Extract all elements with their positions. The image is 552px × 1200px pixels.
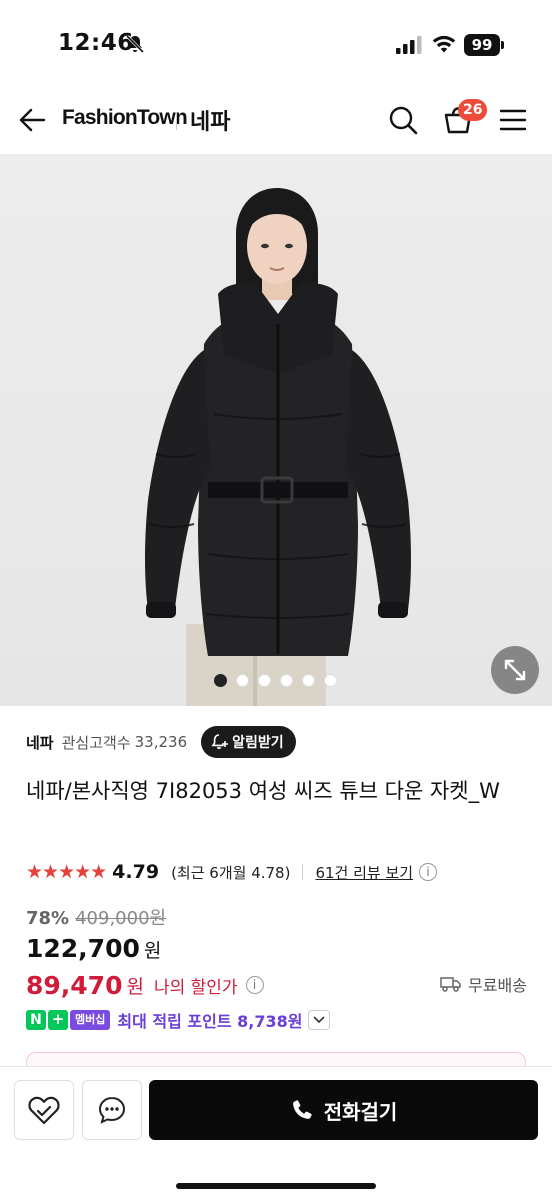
naver-n-badge: N [26, 1010, 46, 1030]
phone-icon [292, 1100, 312, 1119]
store-name[interactable]: 네파 [190, 104, 230, 136]
product-photo [145, 188, 411, 706]
bottom-action-bar: 전화걸기 [0, 1066, 552, 1200]
battery-indicator: 99 [464, 34, 504, 56]
brand-row: 네파 관심고객수 33,236 알림받기 [26, 726, 296, 758]
brand-divider [176, 112, 177, 130]
call-button[interactable]: 전화걸기 [149, 1080, 538, 1140]
my-price-label: 나의 할인가 [153, 977, 238, 998]
review-link[interactable]: 61건 리뷰 보기 [315, 862, 413, 883]
sale-price: 122,700 [26, 934, 140, 963]
wifi-icon [432, 35, 456, 53]
call-button-label: 전화걸기 [323, 1099, 398, 1124]
battery-level: 99 [464, 34, 500, 56]
carousel-dot[interactable] [236, 674, 249, 687]
points-expand-toggle[interactable] [308, 1010, 331, 1030]
header: FashionTown 네파 26 [0, 92, 552, 154]
recent-rating: (최근 6개월 4.78) [171, 863, 291, 882]
battery-tip [501, 41, 504, 49]
alert-button-label: 알림받기 [232, 735, 284, 751]
heart-check-icon [28, 1096, 60, 1125]
brand-logo[interactable]: FashionTown [62, 106, 188, 130]
my-price-row: 89,470 원 나의 할인가 i [26, 966, 264, 1004]
my-discount-price: 89,470 [26, 970, 123, 1000]
points-text: 최대 적립 포인트 8,738원 [117, 1012, 303, 1031]
cart-count-badge: 26 [458, 99, 488, 121]
chat-bubble-icon [98, 1096, 126, 1124]
points-row: N + 멤버십 최대 적립 포인트 8,738원 [26, 1008, 331, 1032]
price-row: 122,700 원 [26, 934, 161, 963]
info-icon[interactable]: i [419, 863, 438, 881]
product-title: 네파/본사직영 7I82053 여성 씨즈 튜브 다운 자켓_W [26, 779, 500, 803]
membership-badge: 멤버십 [70, 1010, 111, 1030]
carousel-dot[interactable] [258, 674, 271, 687]
shipping-info: 무료배송 [440, 972, 527, 996]
favorite-count: 33,236 [134, 733, 188, 751]
status-bar: 12:46 99 [0, 0, 552, 92]
discount-row: 78% 409,000원 [26, 904, 166, 930]
bell-off-icon [125, 34, 145, 54]
divider [302, 864, 304, 880]
back-arrow-icon[interactable] [18, 106, 46, 134]
carousel-dots [214, 674, 337, 687]
rating-value: 4.79 [112, 861, 160, 883]
status-time: 12:46 [58, 30, 134, 56]
chat-button[interactable] [82, 1080, 142, 1140]
star-rating-icon: ★★★★★ [26, 861, 107, 883]
discount-rate: 78% [26, 908, 70, 929]
chevron-down-icon [313, 1016, 326, 1024]
favorite-label: 관심고객수 [61, 733, 131, 752]
search-icon[interactable] [388, 105, 418, 135]
product-image[interactable] [0, 154, 552, 706]
bell-plus-icon [211, 734, 229, 750]
wishlist-button[interactable] [14, 1080, 74, 1140]
carousel-dot[interactable] [302, 674, 315, 687]
signal-icon [396, 36, 422, 54]
price-unit: 원 [143, 940, 162, 962]
rating-row: ★★★★★ 4.79 (최근 6개월 4.78) 61건 리뷰 보기 i [26, 858, 438, 886]
plus-badge: + [48, 1010, 68, 1030]
carousel-dot[interactable] [214, 674, 227, 687]
truck-icon [440, 977, 461, 992]
carousel-dot[interactable] [280, 674, 293, 687]
carousel-dot[interactable] [324, 674, 337, 687]
original-price: 409,000원 [75, 908, 167, 929]
home-indicator [176, 1183, 376, 1189]
brand-name[interactable]: 네파 [26, 732, 54, 753]
shipping-label: 무료배송 [468, 976, 527, 995]
expand-image-button[interactable] [491, 646, 539, 694]
my-price-unit: 원 [126, 975, 144, 998]
alert-button[interactable]: 알림받기 [201, 726, 296, 758]
menu-icon[interactable] [499, 106, 527, 134]
info-icon[interactable]: i [245, 976, 264, 994]
expand-icon [504, 659, 526, 681]
